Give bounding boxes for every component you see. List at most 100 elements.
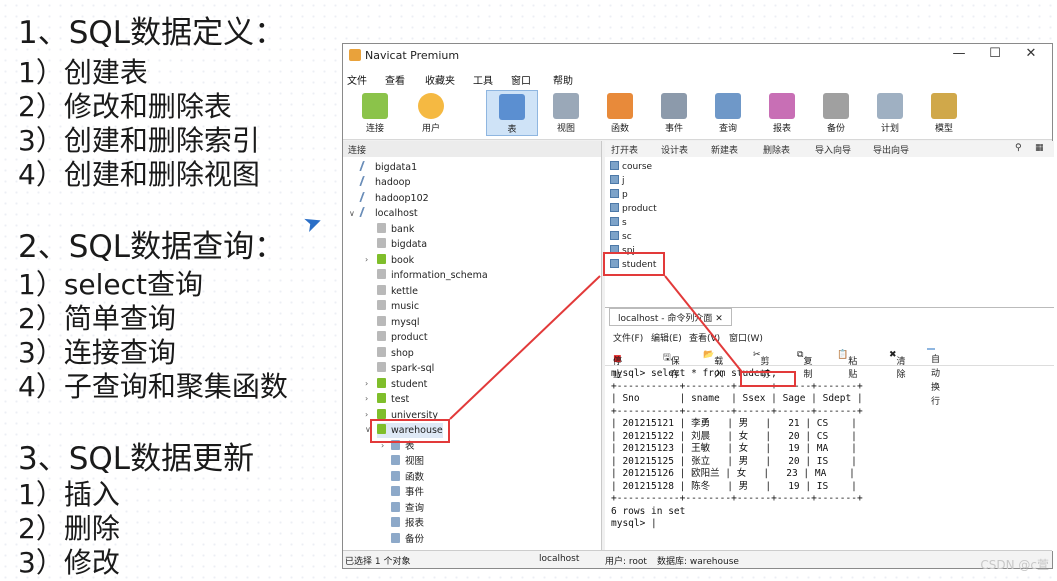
tree-item[interactable]: bank (377, 222, 414, 237)
copy-button[interactable]: ⧉ 复制 (797, 350, 812, 380)
close-button[interactable]: ✕ (1014, 46, 1048, 66)
connect-button[interactable]: 连接 (349, 90, 401, 136)
console-output[interactable]: mysql> select * from student; +----------… (611, 368, 863, 531)
schedule-button[interactable]: 计划 (864, 90, 916, 136)
delete-table-button[interactable]: 删除表 (763, 143, 790, 156)
tree-label: hadoop (375, 177, 411, 188)
console-line: +-----------+--------+------+------+----… (611, 493, 863, 504)
table-item[interactable]: s (610, 217, 627, 230)
tree-item[interactable]: 函数 (391, 470, 424, 485)
console-line: mysql> select * from student; (611, 368, 777, 379)
chevron-down-icon[interactable]: ∨ (349, 209, 355, 218)
tree-label: spark-sql (391, 363, 435, 374)
menu-view[interactable]: 查看 (385, 72, 405, 87)
table-label: course (622, 162, 653, 172)
user-button[interactable]: 用户 (405, 90, 457, 136)
event-button[interactable]: 事件 (648, 90, 700, 136)
table-item[interactable]: product (610, 203, 657, 216)
tree-item[interactable]: 视图 (391, 454, 424, 469)
connection-pane: 连接 bigdata1 hadoop hadoop102 ∨ localhost… (343, 141, 602, 551)
tree-item[interactable]: shop (377, 346, 414, 361)
tree-item[interactable]: hadoop102 (359, 191, 429, 206)
note-item: 3）创建和删除索引 (18, 124, 260, 157)
console-line: mysql> | (611, 518, 657, 529)
cut-button[interactable]: ✂ 剪切 (753, 350, 770, 380)
console-menu-file[interactable]: 文件(F) (613, 331, 643, 344)
table-item[interactable]: p (610, 189, 628, 202)
save-button[interactable]: 🖫 保存 (663, 350, 680, 380)
menu-favorites[interactable]: 收藏夹 (425, 72, 455, 87)
note-item: 4）子查询和聚集函数 (18, 370, 288, 403)
chevron-right-icon[interactable]: › (365, 255, 368, 264)
chevron-right-icon[interactable]: › (365, 379, 368, 388)
tree-item[interactable]: test (377, 392, 409, 407)
model-button[interactable]: 模型 (918, 90, 970, 136)
chevron-right-icon[interactable]: › (365, 394, 368, 403)
tree-label: test (391, 394, 410, 405)
search-icon[interactable]: ⚲ (1015, 143, 1022, 153)
table-item[interactable]: j (610, 175, 625, 188)
tree-item[interactable]: product (377, 330, 428, 345)
tree-item[interactable]: student (377, 377, 427, 392)
console-line: | 201215128 | 陈冬 | 男 | 19 | IS | (611, 480, 857, 492)
console-line: | 201215125 | 张立 | 男 | 20 | IS | (611, 455, 857, 467)
minimize-button[interactable]: — (942, 46, 976, 66)
new-table-button[interactable]: 新建表 (711, 143, 738, 156)
design-table-button[interactable]: 设计表 (661, 143, 688, 156)
table-button[interactable]: 表 (486, 90, 538, 136)
server-icon (359, 192, 372, 202)
tree-item[interactable]: localhost (359, 206, 418, 221)
tree-item[interactable]: kettle (377, 284, 418, 299)
tree-item[interactable]: book (377, 253, 414, 268)
console-line: | 201215123 | 王敏 | 女 | 19 | MA | (611, 443, 857, 454)
maximize-button[interactable]: ☐ (978, 46, 1012, 66)
open-table-button[interactable]: 打开表 (611, 143, 638, 156)
view-button[interactable]: 视图 (540, 90, 592, 136)
function-button[interactable]: 函数 (594, 90, 646, 136)
paste-button[interactable]: 📋 粘贴 (837, 350, 857, 380)
database-icon (377, 347, 386, 357)
menu-file[interactable]: 文件 (347, 72, 367, 87)
query-button[interactable]: 查询 (702, 90, 754, 136)
import-wizard-button[interactable]: 导入向导 (815, 143, 851, 156)
report-button[interactable]: 报表 (756, 90, 808, 136)
tree-item[interactable]: spark-sql (377, 361, 434, 376)
event-icon (391, 486, 400, 496)
main-toolbar: 连接 用户 表 视图 函数 事件 查询 报表 备份 计划 模型 (343, 88, 1052, 140)
tree-item[interactable]: 事件 (391, 485, 424, 500)
navicat-window: Navicat Premium — ☐ ✕ 文件 查看 收藏夹 工具 窗口 帮助… (342, 43, 1054, 569)
tree-item[interactable]: bigdata1 (359, 160, 417, 175)
report-icon (391, 517, 400, 527)
tree-item[interactable]: bigdata (377, 237, 427, 252)
tree-item[interactable]: information_schema (377, 268, 488, 283)
query-icon (715, 93, 741, 119)
tree-item[interactable]: mysql (377, 315, 420, 330)
tree-item[interactable]: 查询 (391, 501, 424, 516)
tree-item[interactable]: music (377, 299, 419, 314)
note-item: 2）修改和删除表 (18, 90, 232, 123)
chevron-right-icon[interactable]: › (365, 410, 368, 419)
table-item[interactable]: course (610, 161, 652, 174)
menu-help[interactable]: 帮助 (553, 72, 573, 87)
table-label: s (622, 218, 627, 228)
menu-tools[interactable]: 工具 (473, 72, 493, 87)
table-item[interactable]: sc (610, 231, 632, 244)
tree-item[interactable]: hadoop (359, 175, 411, 190)
load-button[interactable]: 📂 载入 (703, 350, 723, 380)
tree-label: 查询 (405, 503, 425, 514)
export-wizard-button[interactable]: 导出向导 (873, 143, 909, 156)
window-title: Navicat Premium (365, 49, 460, 62)
console-line: | 201215122 | 刘晨 | 女 | 20 | CS | (611, 430, 857, 442)
clear-button[interactable]: ✖ 清除 (889, 350, 906, 380)
tree-item[interactable]: 备份 (391, 532, 424, 547)
console-menu-window[interactable]: 窗口(W) (729, 331, 763, 344)
tree-item[interactable]: 报表 (391, 516, 424, 531)
console-tab[interactable]: localhost - 命令列介面 ✕ (609, 308, 732, 326)
grid-view-icon[interactable]: ▦ (1035, 143, 1044, 153)
backup-button[interactable]: 备份 (810, 90, 862, 136)
word-wrap-toggle[interactable]: 自动换行 (927, 348, 940, 407)
console-menu-edit[interactable]: 编辑(E) (651, 331, 682, 344)
console-menu-view[interactable]: 查看(V) (689, 331, 720, 344)
toolbar-label: 计划 (880, 124, 899, 134)
menu-window[interactable]: 窗口 (511, 72, 531, 87)
